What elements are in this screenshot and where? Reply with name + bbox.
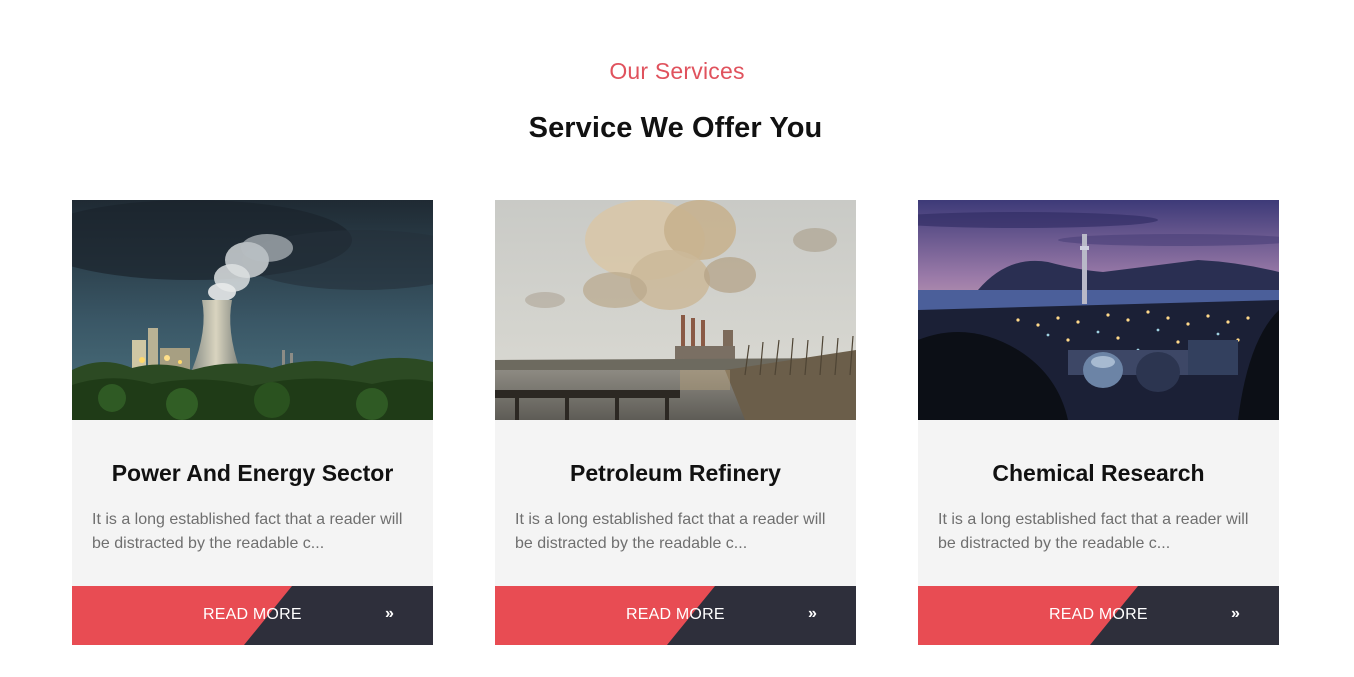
- card-description: It is a long established fact that a rea…: [515, 511, 826, 552]
- card-title: Chemical Research: [992, 460, 1205, 486]
- card-title: Power And Energy Sector: [111, 460, 394, 486]
- double-chevron-right-icon: »: [808, 605, 817, 622]
- service-card-petroleum: Petroleum Refinery It is a long establis…: [495, 200, 856, 645]
- read-more-button[interactable]: READ MORE »: [918, 586, 1279, 645]
- double-chevron-right-icon: »: [1231, 605, 1240, 622]
- card-description: It is a long established fact that a rea…: [938, 511, 1249, 552]
- read-more-button[interactable]: READ MORE »: [72, 586, 433, 645]
- section-eyebrow: Our Services: [609, 58, 745, 84]
- card-description: It is a long established fact that a rea…: [92, 511, 403, 552]
- button-arrow-panel: [667, 586, 856, 645]
- button-arrow-panel: [1090, 586, 1279, 645]
- read-more-label: READ MORE: [1049, 606, 1148, 623]
- section-heading: Service We Offer You: [528, 112, 823, 144]
- read-more-button[interactable]: READ MORE »: [495, 586, 856, 645]
- power-plant-image[interactable]: [72, 200, 433, 420]
- chemical-plant-image[interactable]: [918, 200, 1279, 420]
- double-chevron-right-icon: »: [385, 605, 394, 622]
- service-card-power: Power And Energy Sector It is a long est…: [72, 200, 433, 645]
- card-title: Petroleum Refinery: [570, 460, 781, 486]
- refinery-image[interactable]: [495, 200, 856, 420]
- read-more-label: READ MORE: [203, 606, 302, 623]
- service-card-chemical: Chemical Research It is a long establish…: [918, 200, 1279, 645]
- read-more-label: READ MORE: [626, 606, 725, 623]
- button-arrow-panel: [244, 586, 433, 645]
